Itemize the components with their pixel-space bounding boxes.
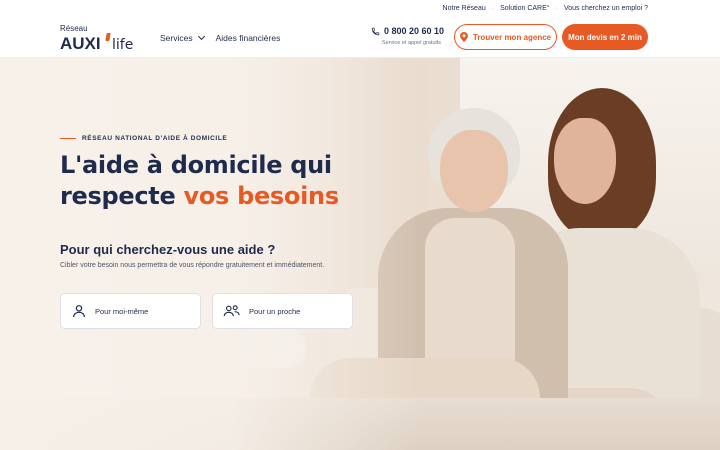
nav-aides-financieres[interactable]: Aides financières [216,33,281,43]
quote-label: Mon devis en 2 min [568,32,642,42]
hero-title: L'aide à domicile qui respecte vos besoi… [60,150,339,212]
audience-question-subtitle: Cibler votre besoin nous permettra de vo… [60,262,325,269]
top-link-reseau[interactable]: Notre Réseau [443,5,486,12]
choice-relative-label: Pour un proche [249,306,301,316]
hero-title-line1: L'aide à domicile qui [60,151,332,179]
logo-reseau-text: Réseau [60,24,88,33]
hero-eyebrow: RÉSEAU NATIONAL D'AIDE À DOMICILE [60,135,227,142]
hero-photo-senior-face [440,130,508,212]
nav-services[interactable]: Services [160,32,205,43]
logo-life-text: life [112,37,134,53]
phone-number: 0 800 20 60 10 [384,26,445,36]
find-agency-label: Trouver mon agence [472,32,552,42]
top-link-care[interactable]: Solution CARE° [500,5,550,12]
audience-question: Pour qui cherchez-vous une aide ? [60,242,276,257]
hero-eyebrow-text: RÉSEAU NATIONAL D'AIDE À DOMICILE [82,135,228,142]
hero-section: RÉSEAU NATIONAL D'AIDE À DOMICILE L'aide… [0,58,720,450]
main-nav: Services Aides financières [160,32,281,43]
logo-accent-mark [105,33,111,41]
top-link-emploi[interactable]: Vous cherchez un emploi ? [564,5,648,12]
user-icon [73,305,85,318]
phone-icon [371,27,380,35]
hero-photo-senior-blouse [425,218,515,368]
logo-auxi-text: AUXI [60,34,101,53]
hero-photo-woman-face [554,118,616,204]
hero-title-accent: vos besoins [183,182,340,210]
top-utility-bar: Notre Réseau · Solution CARE° · Vous che… [0,0,720,18]
nav-services-label: Services [160,33,193,43]
hero-title-line2: respecte vos besoins [60,181,339,212]
choice-relative-button[interactable]: Pour un proche [212,293,353,329]
quote-button[interactable]: Mon devis en 2 min [562,24,648,50]
main-header: Réseau AUXI life Services Aides financiè… [0,18,720,58]
hero-title-line2-prefix: respecte [60,182,184,210]
users-icon [223,305,240,317]
find-agency-button[interactable]: Trouver mon agence [454,24,557,50]
auxilife-logo[interactable]: Réseau AUXI life [60,24,140,54]
phone-contact[interactable]: 0 800 20 60 10 Service et appel gratuits [371,26,444,46]
separator: · [555,5,558,12]
chevron-down-icon [197,32,205,41]
separator: · [491,5,495,12]
eyebrow-line [60,138,76,139]
phone-note: Service et appel gratuits [382,40,442,46]
top-links: Notre Réseau · Solution CARE° · Vous che… [443,5,648,12]
choice-myself-label: Pour moi-même [95,306,149,316]
choice-myself-button[interactable]: Pour moi-même [60,293,201,329]
location-pin-icon [459,32,468,42]
